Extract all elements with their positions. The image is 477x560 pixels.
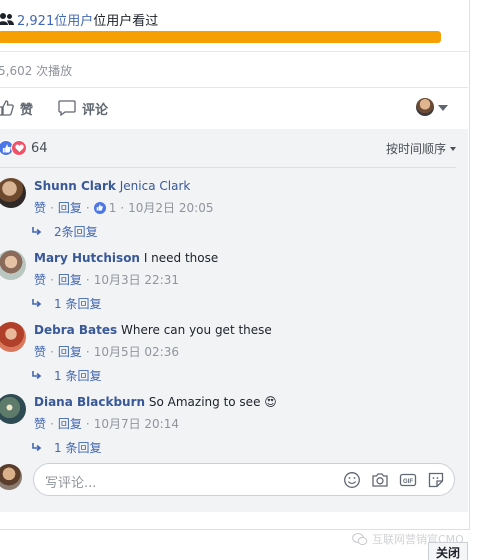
thumbs-up-icon: [0, 100, 14, 116]
reply-arrow-icon: [32, 227, 42, 236]
comment-author[interactable]: Mary Hutchison: [34, 251, 140, 265]
comment-timestamp[interactable]: 10月7日 20:14: [94, 415, 179, 432]
view-progress-bar: [0, 31, 441, 43]
comment-reply-link[interactable]: 回复: [58, 199, 82, 216]
post-actions: 赞 评论: [0, 96, 468, 120]
comment-author[interactable]: Debra Bates: [34, 323, 117, 337]
reaction-summary[interactable]: 64: [0, 139, 48, 157]
separator-dot: ·: [85, 416, 90, 431]
comment-meta: 赞 · 回复 · 10月7日 20:14: [34, 415, 179, 432]
avatar[interactable]: [0, 178, 26, 208]
comment-reply-link[interactable]: 回复: [58, 343, 82, 360]
comment-icon: [58, 100, 76, 116]
separator-dot: ·: [50, 344, 54, 359]
gif-icon-label: GIF: [403, 479, 413, 485]
reply-arrow-icon: [32, 299, 42, 308]
comment-composer: 写评论... GIF: [0, 459, 468, 499]
post-card: 2,921位用户 位用户看过 5,602 次播放 赞 评论 64 按时间顺序 S…: [0, 0, 470, 530]
like-button-label: 赞: [20, 102, 34, 118]
separator-dot: ·: [85, 200, 90, 215]
comment-item: Mary Hutchison I need those 赞 · 回复 · 10月…: [0, 247, 468, 315]
chevron-down-icon: [450, 146, 456, 151]
comment-body[interactable]: Jenica Clark: [120, 179, 191, 193]
avatar[interactable]: [0, 322, 26, 352]
separator-dot: ·: [85, 272, 90, 287]
comment-timestamp[interactable]: 10月2日 20:05: [128, 199, 213, 216]
reply-arrow-icon: [32, 371, 42, 380]
avatar[interactable]: [0, 394, 26, 424]
viewer-count-suffix: 位用户看过: [93, 13, 159, 29]
comment-item: Debra Bates Where can you get these 赞 · …: [0, 319, 468, 387]
view-replies-link[interactable]: 1 条回复: [32, 295, 101, 312]
comment-item: Shunn Clark Jenica Clark 赞 · 回复 · 1 · 10…: [0, 175, 468, 243]
close-button[interactable]: 关闭: [428, 542, 468, 560]
comment-button[interactable]: 评论: [58, 96, 108, 120]
replies-label: 1 条回复: [54, 297, 102, 311]
replies-label: 2条回复: [54, 225, 98, 239]
divider: [0, 51, 468, 52]
divider: [0, 87, 468, 88]
reply-arrow-icon: [32, 443, 42, 452]
comment-meta: 赞 · 回复 · 1 · 10月2日 20:05: [34, 199, 213, 216]
comment-like-count[interactable]: 1: [109, 201, 117, 215]
comment-reply-link[interactable]: 回复: [58, 415, 82, 432]
comment-timestamp[interactable]: 10月5日 02:36: [94, 343, 179, 360]
viewer-count-link[interactable]: 2,921位用户: [17, 10, 93, 29]
avatar: [0, 464, 22, 490]
reaction-count: 64: [31, 140, 48, 156]
people-icon: [0, 13, 14, 25]
comment-body: So Amazing to see: [148, 395, 261, 409]
heart-eyes-emoji-icon: 😍: [264, 395, 277, 409]
comment-author[interactable]: Diana Blackburn: [34, 395, 145, 409]
gif-icon[interactable]: GIF: [399, 471, 417, 489]
view-replies-link[interactable]: 1 条回复: [32, 367, 101, 384]
comment-like-link[interactable]: 赞: [34, 343, 46, 360]
avatar[interactable]: [416, 98, 434, 116]
wechat-icon: [352, 533, 368, 546]
replies-label: 1 条回复: [54, 441, 102, 455]
camera-icon[interactable]: [371, 471, 389, 489]
comment-input[interactable]: 写评论... GIF: [33, 463, 455, 496]
separator-dot: ·: [50, 416, 54, 431]
comment-like-link[interactable]: 赞: [34, 271, 46, 288]
replies-label: 1 条回复: [54, 369, 102, 383]
view-replies-link[interactable]: 1 条回复: [32, 439, 101, 456]
love-reaction-icon: [11, 140, 27, 156]
view-replies-link[interactable]: 2条回复: [32, 223, 98, 240]
chevron-down-icon[interactable]: [438, 105, 448, 111]
divider: [0, 167, 456, 168]
comment-text: Debra Bates Where can you get these: [34, 323, 272, 337]
comment-meta: 赞 · 回复 · 10月5日 02:36: [34, 343, 179, 360]
comment-body: Where can you get these: [120, 323, 272, 337]
comment-text: Mary Hutchison I need those: [34, 251, 218, 265]
comment-reply-link[interactable]: 回复: [58, 271, 82, 288]
like-button[interactable]: 赞: [0, 96, 33, 120]
separator-dot: ·: [50, 272, 54, 287]
comments-panel: 64 按时间顺序 Shunn Clark Jenica Clark 赞 · 回复…: [0, 129, 468, 512]
comment-meta: 赞 · 回复 · 10月3日 22:31: [34, 271, 179, 288]
comment-author[interactable]: Shunn Clark: [34, 179, 116, 193]
comment-like-link[interactable]: 赞: [34, 199, 46, 216]
comment-text: Shunn Clark Jenica Clark: [34, 179, 190, 193]
comment-button-label: 评论: [82, 102, 109, 118]
sort-label: 按时间顺序: [385, 142, 446, 156]
comment-like-link[interactable]: 赞: [34, 415, 46, 432]
comment-input-placeholder: 写评论...: [45, 476, 97, 491]
comment-item: Diana Blackburn So Amazing to see 😍 赞 · …: [0, 391, 468, 459]
video-post-page: 2,921位用户 位用户看过 5,602 次播放 赞 评论 64 按时间顺序 S…: [0, 0, 477, 560]
viewer-stats: 2,921位用户 位用户看过: [0, 8, 158, 30]
play-count: 5,602 次播放: [0, 64, 73, 78]
separator-dot: ·: [50, 200, 54, 215]
view-progress-fill: [0, 31, 441, 43]
sort-dropdown[interactable]: 按时间顺序: [386, 140, 456, 157]
separator-dot: ·: [120, 200, 125, 215]
sticker-icon[interactable]: [427, 471, 445, 489]
emoji-icon[interactable]: [343, 471, 361, 489]
like-badge-icon: [93, 201, 106, 214]
comment-body: I need those: [143, 251, 219, 265]
separator-dot: ·: [85, 344, 90, 359]
comment-timestamp[interactable]: 10月3日 22:31: [94, 271, 179, 288]
avatar[interactable]: [0, 250, 26, 280]
comment-text: Diana Blackburn So Amazing to see 😍: [34, 395, 277, 409]
